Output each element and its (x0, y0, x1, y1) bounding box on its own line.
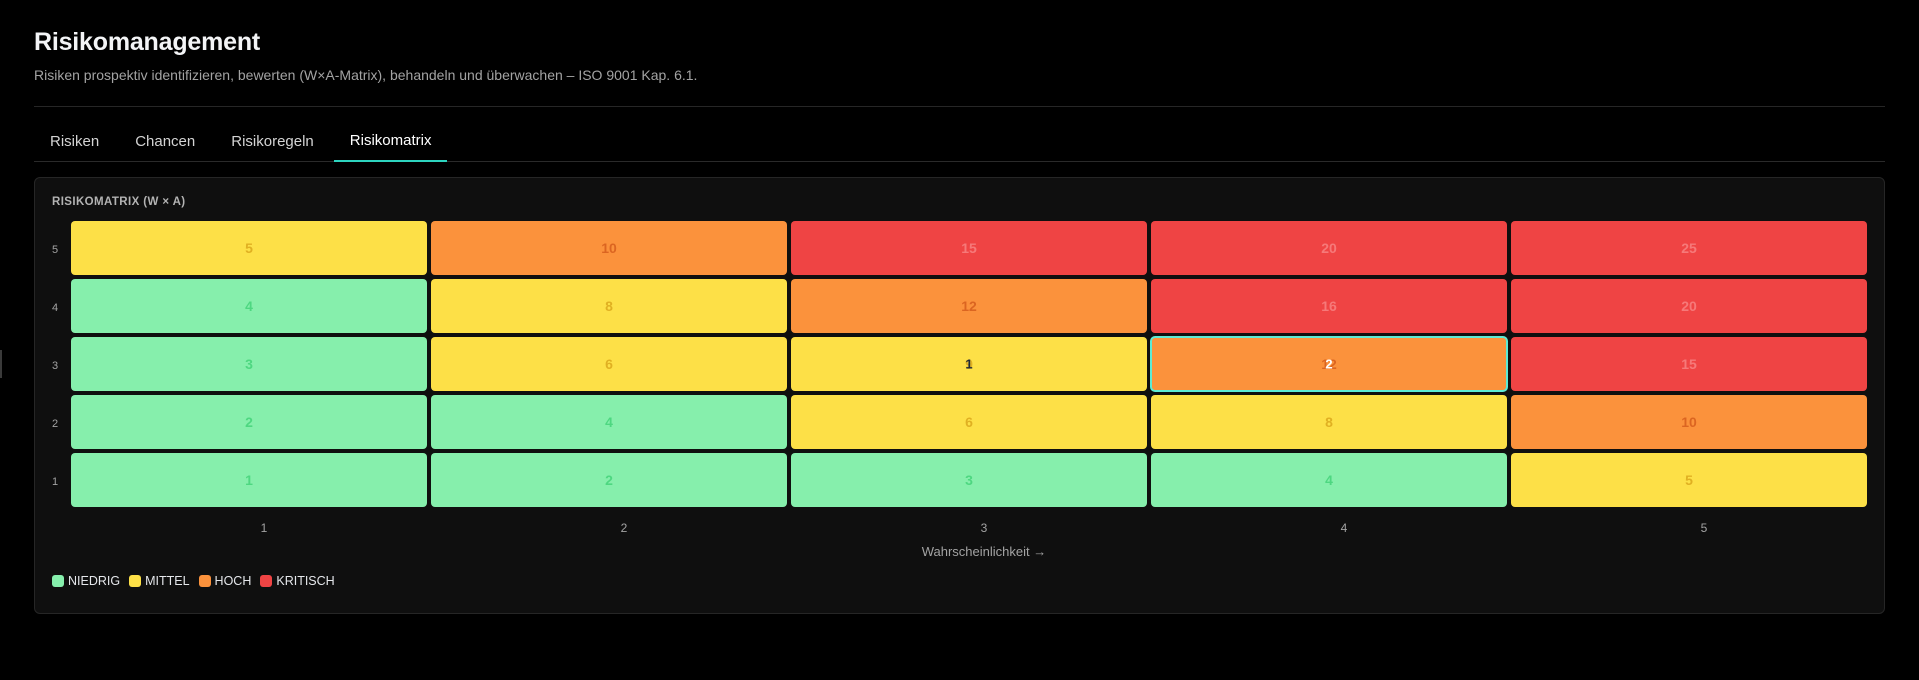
matrix-cell[interactable]: 16 (1151, 279, 1507, 333)
cell-score: 3 (245, 356, 253, 372)
cell-score: 10 (1681, 414, 1697, 430)
matrix-cell[interactable]: 1 (71, 453, 427, 507)
matrix-cell[interactable]: 20 (1511, 279, 1867, 333)
x-tick-label: 5 (1700, 521, 1708, 535)
matrix-cell[interactable]: 6 (791, 395, 1147, 449)
legend-item-niedrig: NIEDRIG (52, 574, 120, 588)
cell-score: 20 (1681, 298, 1697, 314)
matrix-cell[interactable]: 8 (1151, 395, 1507, 449)
matrix-cell[interactable]: 3 (71, 337, 427, 391)
cell-score: 8 (1325, 414, 1333, 430)
tab-risiken[interactable]: Risiken (34, 121, 115, 161)
legend-swatch (198, 575, 211, 587)
header-divider (34, 106, 1885, 107)
matrix-cell[interactable]: 5 (71, 221, 427, 275)
cell-score: 10 (601, 240, 617, 256)
cell-score: 12 (961, 298, 977, 314)
x-axis-labels: 1 2 3 4 5 (86, 521, 1867, 535)
x-axis-title: Wahrscheinlichkeit → (921, 544, 1047, 559)
x-tick-label: 4 (1340, 521, 1348, 535)
tab-risikomatrix[interactable]: Risikomatrix (333, 121, 448, 162)
matrix-cell[interactable]: 15 (791, 221, 1147, 275)
matrix-cell[interactable]: 4 (71, 279, 427, 333)
cell-score: 2 (605, 472, 613, 488)
cell-score: 3 (965, 472, 973, 488)
matrix-cell[interactable]: 5 (1511, 453, 1867, 507)
cell-score: 2 (245, 414, 253, 430)
legend-label: NIEDRIG (68, 574, 121, 588)
cell-score: 15 (961, 240, 977, 256)
cell-risk-count: 1 (965, 356, 973, 372)
cell-score: 4 (1325, 472, 1333, 488)
legend: NIEDRIG MITTEL HOCH KRITISCH (52, 574, 1867, 588)
legend-swatch (129, 575, 142, 587)
scroll-edge-marker (0, 350, 2, 378)
legend-item-kritisch: KRITISCH (260, 574, 335, 588)
tab-bar: Risiken Chancen Risikoregeln Risikomatri… (34, 121, 1885, 162)
cell-score: 4 (605, 414, 613, 430)
x-tick-label: 3 (980, 521, 988, 535)
cell-score: 5 (1685, 472, 1693, 488)
tab-chancen[interactable]: Chancen (119, 121, 211, 161)
cell-score: 1 (245, 472, 253, 488)
risk-matrix-panel: Risikomatrix (W × A) 5 4 3 2 1 5 10 15 20 25… (34, 177, 1885, 614)
matrix-cell[interactable]: 4 (431, 395, 787, 449)
cell-score: 16 (1321, 298, 1337, 314)
matrix-grid: 5 10 15 20 25 4 8 12 16 20 3 6 9 1 12 2 15 2 4 6 8 10 1 2 3 4 5 (71, 221, 1867, 511)
y-axis-labels: 5 4 3 2 1 (52, 221, 71, 511)
cell-score: 6 (965, 414, 973, 430)
legend-swatch (260, 575, 273, 587)
cell-score: 20 (1321, 240, 1337, 256)
legend-item-hoch: HOCH (198, 574, 252, 588)
matrix-cell[interactable]: 10 (1511, 395, 1867, 449)
risk-matrix: 5 4 3 2 1 5 10 15 20 25 4 8 12 16 20 3 6 9 1 12 2 15 2 4 6 8… (52, 221, 1867, 511)
matrix-cell[interactable]: 3 (791, 453, 1147, 507)
x-tick-label: 1 (260, 521, 268, 535)
x-tick-label: 2 (620, 521, 628, 535)
matrix-cell[interactable]: 12 2 (1150, 336, 1508, 392)
page-title: Risikomanagement (34, 28, 261, 56)
page: Risikomanagement Risiken prospektiv iden… (0, 0, 1919, 614)
tab-risikoregeln[interactable]: Risikoregeln (215, 121, 330, 161)
matrix-cell[interactable]: 15 (1511, 337, 1867, 391)
legend-swatch (52, 575, 64, 587)
matrix-cell[interactable]: 25 (1511, 221, 1867, 275)
matrix-cell[interactable]: 91 (791, 337, 1147, 391)
matrix-cell[interactable]: 10 (431, 221, 787, 275)
matrix-cell[interactable]: 12 (791, 279, 1147, 333)
legend-label: HOCH (214, 574, 252, 588)
cell-score: 4 (245, 298, 253, 314)
cell-score: 25 (1681, 240, 1697, 256)
y-tick-label: 2 (52, 418, 59, 430)
y-tick-label: 5 (52, 244, 59, 256)
matrix-cell[interactable]: 2 (71, 395, 427, 449)
cell-risk-count: 2 (1325, 356, 1333, 372)
y-tick-label: 4 (52, 302, 59, 314)
y-tick-label: 1 (52, 476, 59, 488)
y-tick-label: 3 (52, 360, 59, 372)
cell-score: 5 (245, 240, 253, 256)
cell-score: 8 (605, 298, 613, 314)
matrix-cell[interactable]: 2 (431, 453, 787, 507)
legend-label: KRITISCH (276, 574, 335, 588)
cell-score: 15 (1681, 356, 1697, 372)
page-subtitle: Risiken prospektiv identifizieren, bewer… (34, 67, 698, 83)
matrix-cell[interactable]: 20 (1151, 221, 1507, 275)
matrix-cell[interactable]: 4 (1151, 453, 1507, 507)
legend-label: MITTEL (145, 574, 190, 588)
matrix-cell[interactable]: 6 (431, 337, 787, 391)
matrix-title: Risikomatrix (W × A) (52, 196, 186, 208)
matrix-cell[interactable]: 8 (431, 279, 787, 333)
legend-item-mittel: MITTEL (129, 574, 190, 588)
cell-score: 6 (605, 356, 613, 372)
